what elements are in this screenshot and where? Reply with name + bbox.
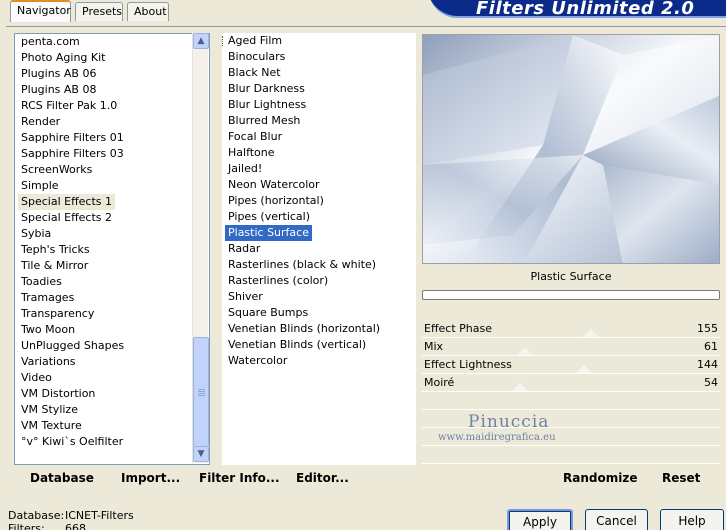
filters-count: 668 <box>65 522 86 530</box>
category-item[interactable]: °v° Kiwi`s Oelfilter <box>18 434 126 450</box>
param-value: 155 <box>697 322 718 335</box>
category-item[interactable]: Special Effects 2 <box>18 210 115 226</box>
param-value: 61 <box>704 340 718 353</box>
category-item[interactable]: ScreenWorks <box>18 162 95 178</box>
filter-item[interactable]: Aged Film <box>225 33 285 49</box>
tab-about[interactable]: About <box>127 2 169 21</box>
param-row[interactable]: Mix 61 <box>422 338 720 356</box>
filter-item[interactable]: Blurred Mesh <box>225 113 303 129</box>
filter-item[interactable]: Radar <box>225 241 263 257</box>
reset-button[interactable]: Reset <box>662 471 700 485</box>
param-slider-thumb[interactable] <box>517 347 534 355</box>
param-row[interactable]: Effect Lightness 144 <box>422 356 720 374</box>
filter-item[interactable]: Blur Lightness <box>225 97 309 113</box>
param-label: Mix <box>424 340 444 353</box>
category-item[interactable]: Special Effects 1 <box>18 194 116 210</box>
scroll-thumb[interactable] <box>193 337 209 447</box>
filter-item[interactable]: Pipes (vertical) <box>225 209 313 225</box>
param-toolbar: Randomize Reset <box>422 466 720 490</box>
category-list[interactable]: penta.com Photo Aging Kit Plugins AB 06 Plu… <box>14 33 210 465</box>
category-item[interactable]: VM Distortion <box>18 386 98 402</box>
import-button[interactable]: Import... <box>121 471 180 485</box>
param-slider-thumb[interactable] <box>575 365 592 373</box>
param-value: 54 <box>704 376 718 389</box>
status-database: Database:ICNET-Filters <box>8 509 134 522</box>
category-item[interactable]: Tile & Mirror <box>18 258 91 274</box>
category-item[interactable]: VM Stylize <box>18 402 81 418</box>
category-item[interactable]: VM Texture <box>18 418 85 434</box>
category-item[interactable]: Plugins AB 06 <box>18 66 99 82</box>
param-label: Moiré <box>424 376 455 389</box>
list-toolbar: Database Import... Filter Info... Editor… <box>14 466 416 490</box>
filter-item[interactable]: Neon Watercolor <box>225 177 323 193</box>
category-item[interactable]: Toadies <box>18 274 65 290</box>
category-scrollbar[interactable]: ▲ ▼ <box>192 33 209 463</box>
filter-item[interactable]: Pipes (horizontal) <box>225 193 327 209</box>
category-item[interactable]: Tramages <box>18 290 77 306</box>
category-item[interactable]: Simple <box>18 178 62 194</box>
progress-bar <box>422 290 720 300</box>
editor-button[interactable]: Editor... <box>296 471 349 485</box>
param-row[interactable]: Effect Phase 155 <box>422 320 720 338</box>
category-item[interactable]: Video <box>18 370 55 386</box>
filter-item[interactable]: Watercolor <box>225 353 290 369</box>
filter-item[interactable]: Focal Blur <box>225 129 285 145</box>
app-banner: Filters Unlimited 2.0 <box>428 0 726 18</box>
category-item[interactable]: Render <box>18 114 63 130</box>
scroll-up-button[interactable]: ▲ <box>193 33 209 49</box>
randomize-button[interactable]: Randomize <box>563 471 637 485</box>
category-item[interactable]: Sapphire Filters 03 <box>18 146 127 162</box>
category-item[interactable]: Variations <box>18 354 79 370</box>
status-filters: Filters: 668 <box>8 522 86 530</box>
scroll-down-button[interactable]: ▼ <box>193 446 209 462</box>
watermark-title: Pinuccia <box>468 412 550 432</box>
filter-item[interactable]: Plastic Surface <box>225 225 312 241</box>
category-item[interactable]: Plugins AB 08 <box>18 82 99 98</box>
filter-info-button[interactable]: Filter Info... <box>199 471 280 485</box>
category-item[interactable]: Teph's Tricks <box>18 242 93 258</box>
filter-item[interactable]: Rasterlines (color) <box>225 273 331 289</box>
filter-item[interactable]: Shiver <box>225 289 266 305</box>
filter-item[interactable]: Jailed! <box>225 161 265 177</box>
preview-image <box>422 34 720 264</box>
tab-presets[interactable]: Presets <box>75 2 123 21</box>
category-item[interactable]: Transparency <box>18 306 97 322</box>
filter-item[interactable]: Venetian Blinds (vertical) <box>225 337 369 353</box>
category-item[interactable]: penta.com <box>18 34 83 50</box>
preview-caption: Plastic Surface <box>530 270 612 283</box>
param-value: 144 <box>697 358 718 371</box>
tab-strip-border <box>6 26 726 27</box>
list-splitter-grip[interactable] <box>222 36 224 46</box>
category-item[interactable]: Photo Aging Kit <box>18 50 108 66</box>
param-label: Effect Lightness <box>424 358 512 371</box>
watermark-url: www.maidiregrafica.eu <box>438 432 556 443</box>
database-button[interactable]: Database <box>30 471 94 485</box>
param-slider-thumb[interactable] <box>512 383 529 391</box>
tab-navigator[interactable]: Navigator <box>10 0 71 22</box>
filter-item[interactable]: Blur Darkness <box>225 81 308 97</box>
cancel-button[interactable]: Cancel <box>585 509 648 530</box>
filter-item[interactable]: Venetian Blinds (horizontal) <box>225 321 383 337</box>
param-label: Effect Phase <box>424 322 492 335</box>
category-item[interactable]: Sybia <box>18 226 54 242</box>
filter-list[interactable]: Aged Film Binoculars Black Net Blur Darknes… <box>222 33 416 465</box>
filter-item[interactable]: Square Bumps <box>225 305 311 321</box>
param-row[interactable]: Moiré 54 <box>422 374 720 392</box>
help-button[interactable]: Help <box>660 509 724 530</box>
app-title: Filters Unlimited 2.0 <box>476 0 695 18</box>
apply-button[interactable]: Apply <box>507 509 573 530</box>
category-item[interactable]: Sapphire Filters 01 <box>18 130 127 146</box>
filter-item[interactable]: Binoculars <box>225 49 288 65</box>
filter-item[interactable]: Rasterlines (black & white) <box>225 257 379 273</box>
database-value: ICNET-Filters <box>65 509 134 522</box>
param-slider-thumb[interactable] <box>583 329 600 337</box>
category-item[interactable]: RCS Filter Pak 1.0 <box>18 98 120 114</box>
filter-item[interactable]: Black Net <box>225 65 284 81</box>
category-item[interactable]: UnPlugged Shapes <box>18 338 127 354</box>
filter-item[interactable]: Halftone <box>225 145 278 161</box>
category-item[interactable]: Two Moon <box>18 322 78 338</box>
